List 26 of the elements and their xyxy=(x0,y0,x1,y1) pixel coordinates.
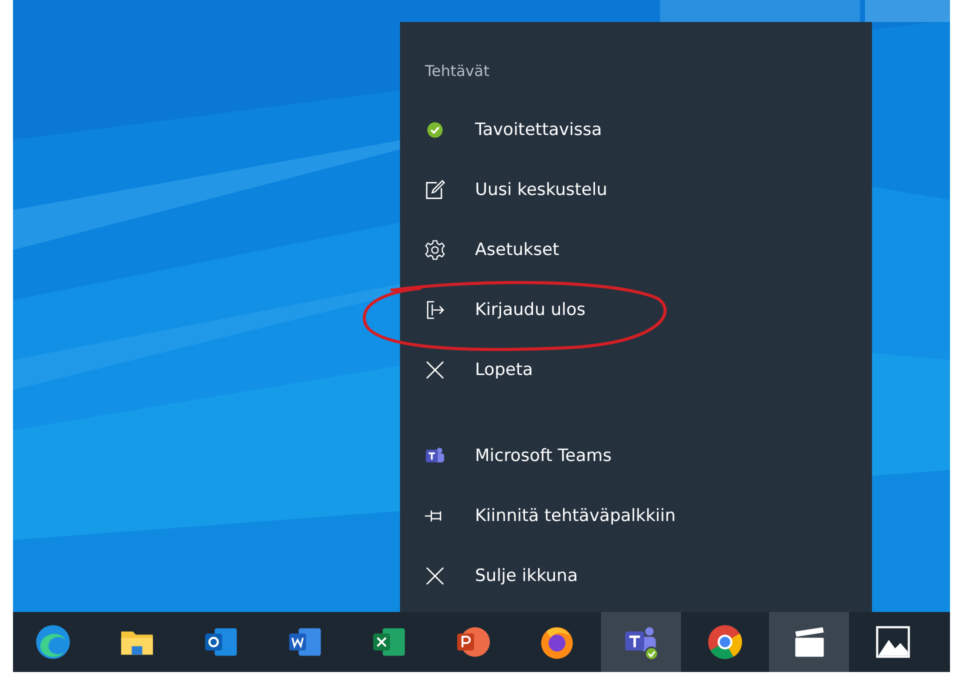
menu-item-label: Asetukset xyxy=(475,240,560,260)
taskbar-button[interactable] xyxy=(769,612,849,672)
sign-out-icon xyxy=(424,299,446,321)
settings-icon xyxy=(424,239,446,261)
menu-item-label: Sulje ikkuna xyxy=(475,566,578,586)
menu-item[interactable]: Kiinnitä tehtäväpalkkiin xyxy=(400,486,872,546)
section-header: Tehtävät xyxy=(425,61,490,82)
menu-item-label: Tavoitettavissa xyxy=(475,120,602,140)
compose-icon xyxy=(424,179,446,201)
close-icon xyxy=(424,565,446,587)
menu-item-label: Lopeta xyxy=(475,360,533,380)
menu-item[interactable]: Lopeta xyxy=(400,340,872,400)
menu-item-label: Kiinnitä tehtäväpalkkiin xyxy=(475,506,676,526)
photos-icon xyxy=(874,623,912,661)
menu-item-label: Uusi keskustelu xyxy=(475,180,608,200)
menu-item[interactable]: Uusi keskustelu xyxy=(400,160,872,220)
menu-item[interactable]: Asetukset xyxy=(400,220,872,280)
edge-icon xyxy=(34,623,72,661)
menu-item-label: Microsoft Teams xyxy=(475,446,612,466)
menu-item[interactable]: Kirjaudu ulos xyxy=(400,280,872,340)
menu-item[interactable]: Microsoft Teams xyxy=(400,426,872,486)
menu-item[interactable]: Tavoitettavissa xyxy=(400,100,872,160)
menu-item-label: Kirjaudu ulos xyxy=(475,300,586,320)
menu-item[interactable]: Sulje ikkuna xyxy=(400,546,872,606)
close-icon xyxy=(424,359,446,381)
browser-icon xyxy=(706,623,744,661)
